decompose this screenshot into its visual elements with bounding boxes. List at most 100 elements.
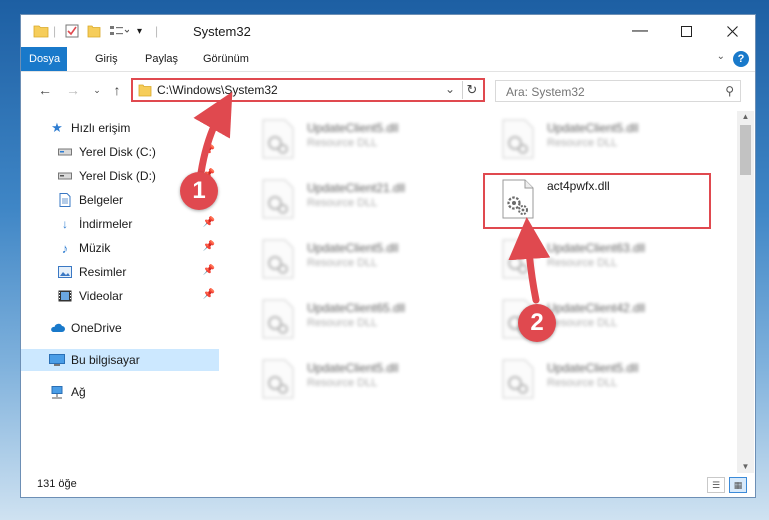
- file-type: Resource DLL: [547, 257, 618, 269]
- pin-icon: 📌: [202, 265, 215, 276]
- star-icon: ★: [51, 120, 63, 135]
- dll-file-icon: [502, 119, 534, 159]
- scrollbar-thumb[interactable]: [740, 125, 751, 175]
- close-button[interactable]: [709, 15, 755, 47]
- file-item[interactable]: UpdateClient65.dll Resource DLL: [243, 295, 463, 341]
- file-type: Resource DLL: [307, 257, 378, 269]
- file-item[interactable]: UpdateClient21.dll Resource DLL: [243, 175, 463, 221]
- arrow-left-icon: ←: [38, 82, 52, 98]
- status-bar: 131 öğe ☰ ▦: [21, 473, 755, 497]
- ribbon-tabs: Dosya Giriş Paylaş Görünüm ? ⌄: [21, 47, 755, 72]
- close-icon: [726, 25, 738, 37]
- address-dropdown-icon[interactable]: ⌄: [445, 82, 455, 96]
- new-folder-icon[interactable]: [87, 23, 101, 39]
- nav-item-downloads[interactable]: ↓ İndirmeler 📌: [21, 213, 219, 235]
- refresh-button[interactable]: ↻: [462, 81, 481, 99]
- nav-item-label: İndirmeler: [79, 217, 133, 231]
- address-path: C:\Windows\System32: [157, 83, 278, 97]
- nav-item-network[interactable]: Ağ: [21, 381, 219, 403]
- file-name: UpdateClient42.dll: [547, 301, 646, 315]
- file-type: Resource DLL: [547, 137, 618, 149]
- music-icon: ♪: [61, 240, 69, 256]
- file-item[interactable]: UpdateClient5.dll Resource DLL: [243, 355, 463, 401]
- vertical-scrollbar[interactable]: ▲ ▼: [737, 111, 754, 473]
- nav-item-videos[interactable]: Videolar 📌: [21, 285, 219, 307]
- up-button[interactable]: ↑: [107, 80, 127, 100]
- separator: |: [53, 24, 57, 38]
- forward-button[interactable]: →: [63, 80, 83, 100]
- nav-item-label: Yerel Disk (C:): [79, 145, 156, 159]
- refresh-icon: ↻: [466, 82, 478, 97]
- pin-icon: 📌: [202, 289, 215, 300]
- nav-item-quick-access[interactable]: ★ Hızlı erişim: [21, 117, 219, 139]
- file-item[interactable]: UpdateClient5.dll Resource DLL: [483, 115, 703, 161]
- recent-locations-button[interactable]: ⌄: [87, 80, 107, 100]
- download-icon: ↓: [62, 217, 68, 231]
- address-bar[interactable]: C:\Windows\System32 ⌄ ↻: [131, 78, 485, 102]
- large-icons-view-icon: ▦: [733, 480, 743, 490]
- properties-icon[interactable]: [65, 23, 79, 39]
- separator: |: [155, 24, 159, 38]
- tab-share[interactable]: Paylaş: [135, 47, 188, 71]
- file-type: Resource DLL: [547, 377, 618, 389]
- nav-item-pictures[interactable]: Resimler 📌: [21, 261, 219, 283]
- file-name: UpdateClient5.dll: [547, 361, 639, 375]
- step-badge-1: 1: [180, 172, 218, 210]
- nav-item-onedrive[interactable]: OneDrive: [21, 317, 219, 339]
- details-view-icon: ☰: [711, 480, 721, 490]
- maximize-button[interactable]: [663, 15, 709, 47]
- folder-icon: [33, 23, 49, 39]
- pictures-icon: [57, 265, 73, 279]
- tab-view[interactable]: Görünüm: [193, 47, 259, 71]
- navigation-pane: ★ Hızlı erişim Yerel Disk (C:) 📌 Yerel D…: [21, 111, 219, 471]
- file-list: UpdateClient5.dll Resource DLL UpdateCli…: [227, 111, 735, 471]
- dll-file-icon: [262, 179, 294, 219]
- customize-toolbar-icon[interactable]: ▾: [137, 23, 142, 39]
- nav-item-label: Hızlı erişim: [71, 121, 131, 135]
- view-options-icon[interactable]: [109, 23, 129, 39]
- file-item[interactable]: UpdateClient5.dll Resource DLL: [483, 355, 703, 401]
- help-icon[interactable]: ?: [733, 51, 749, 67]
- scroll-up-icon[interactable]: ▲: [737, 111, 754, 123]
- dll-file-icon: [502, 359, 534, 399]
- file-item[interactable]: UpdateClient5.dll Resource DLL: [243, 115, 463, 161]
- file-item[interactable]: UpdateClient42.dll Resource DLL: [483, 295, 703, 341]
- minimize-icon: —: [632, 22, 648, 39]
- search-box[interactable]: ⚲: [495, 80, 741, 102]
- file-item[interactable]: UpdateClient63.dll Resource DLL: [483, 235, 703, 281]
- file-name: UpdateClient5.dll: [307, 241, 399, 255]
- pin-icon: 📌: [202, 145, 215, 156]
- dll-file-icon: [262, 119, 294, 159]
- expand-ribbon-icon[interactable]: ⌄: [717, 51, 725, 62]
- file-name: UpdateClient5.dll: [547, 121, 639, 135]
- tab-home[interactable]: Giriş: [85, 47, 128, 71]
- file-highlight-box: [483, 173, 711, 229]
- window-title: System32: [193, 24, 251, 39]
- item-count: 131 öğe: [37, 478, 77, 490]
- search-input[interactable]: [504, 83, 708, 101]
- dll-file-icon: [262, 299, 294, 339]
- cloud-icon: [49, 321, 65, 335]
- nav-item-label: Videolar: [79, 289, 123, 303]
- search-icon: ⚲: [725, 84, 734, 98]
- dll-file-icon: [262, 359, 294, 399]
- nav-item-label: Yerel Disk (D:): [79, 169, 156, 183]
- file-item[interactable]: UpdateClient5.dll Resource DLL: [243, 235, 463, 281]
- file-type: Resource DLL: [307, 197, 378, 209]
- tab-file[interactable]: Dosya: [21, 47, 67, 71]
- nav-item-label: Ağ: [71, 385, 86, 399]
- file-name: UpdateClient63.dll: [547, 241, 646, 255]
- dll-file-icon: [262, 239, 294, 279]
- nav-item-this-pc[interactable]: Bu bilgisayar: [21, 349, 219, 371]
- chevron-down-icon: ⌄: [93, 84, 101, 95]
- minimize-button[interactable]: —: [617, 15, 663, 47]
- scroll-down-icon[interactable]: ▼: [737, 461, 754, 473]
- nav-item-disk-c[interactable]: Yerel Disk (C:) 📌: [21, 141, 219, 163]
- maximize-icon: [680, 25, 692, 37]
- back-button[interactable]: ←: [35, 80, 55, 100]
- nav-item-music[interactable]: ♪ Müzik 📌: [21, 237, 219, 259]
- details-view-button[interactable]: ☰: [707, 477, 725, 493]
- nav-item-label: Bu bilgisayar: [71, 353, 140, 367]
- large-icons-view-button[interactable]: ▦: [729, 477, 747, 493]
- nav-item-label: Müzik: [79, 241, 111, 255]
